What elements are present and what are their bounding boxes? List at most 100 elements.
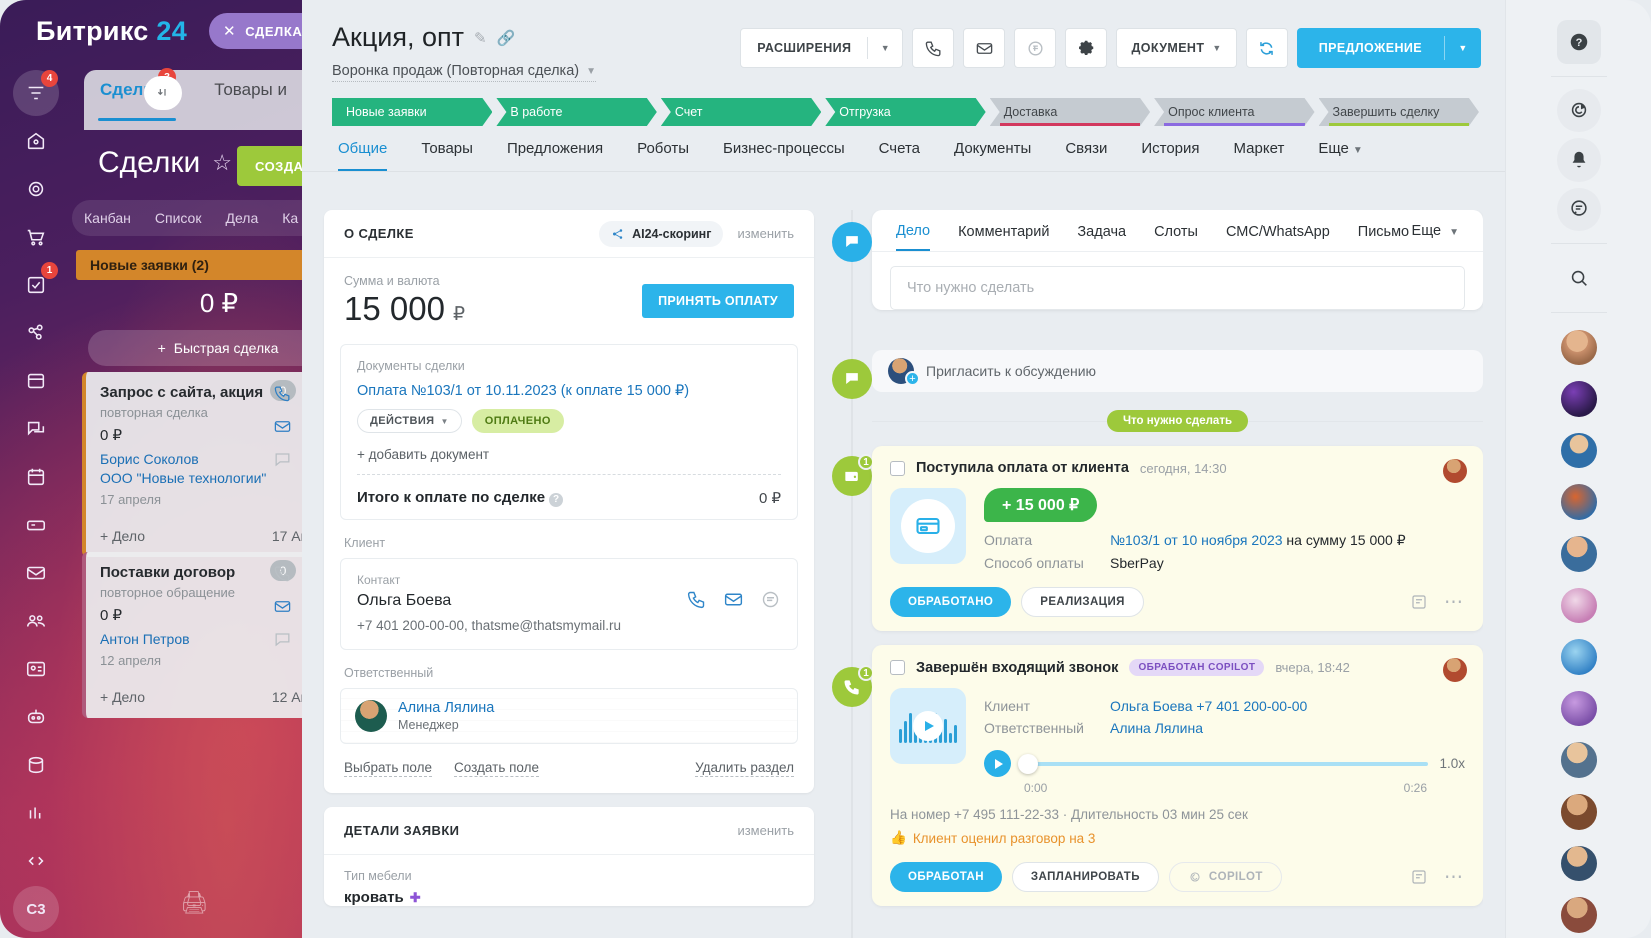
tab-offers[interactable]: Предложения xyxy=(507,140,603,171)
tab-more[interactable]: Еще ▼ xyxy=(1318,140,1362,171)
audio-progress-track[interactable] xyxy=(1018,753,1429,774)
ai-scoring-chip[interactable]: AI24-скоринг xyxy=(599,220,724,247)
tab-general[interactable]: Общие xyxy=(338,140,388,171)
sidebar-item-company[interactable] xyxy=(13,598,59,644)
play-icon[interactable] xyxy=(913,711,943,741)
sync-button[interactable] xyxy=(1245,28,1288,68)
sidebar-item-chat[interactable] xyxy=(13,406,59,452)
tab-business-processes[interactable]: Бизнес-процессы xyxy=(723,140,845,171)
bitrix-logo[interactable]: Битрикс 24 xyxy=(36,16,187,47)
chevron-down-icon[interactable]: ▼ xyxy=(868,43,902,53)
event-checkbox[interactable] xyxy=(890,660,905,675)
settings-button[interactable] xyxy=(1065,28,1108,68)
stage-item[interactable]: Отгрузка xyxy=(825,98,985,126)
sidebar-item-automation[interactable] xyxy=(13,694,59,740)
responsible-name[interactable]: Алина Лялина xyxy=(398,700,494,716)
schedule-button[interactable]: ЗАПЛАНИРОВАТЬ xyxy=(1011,862,1159,892)
sidebar-item-storage[interactable] xyxy=(13,742,59,788)
tab-documents[interactable]: Документы xyxy=(954,140,1031,171)
notifications-button[interactable] xyxy=(1556,138,1601,182)
view-more[interactable]: Ка xyxy=(282,210,298,226)
stage-item[interactable]: Счет xyxy=(661,98,821,126)
avatar[interactable] xyxy=(1560,845,1597,882)
sidebar-item-sz[interactable]: C3 xyxy=(13,886,59,932)
tab-invoices[interactable]: Счета xyxy=(879,140,920,171)
document-button[interactable]: ДОКУМЕНТ ▼ xyxy=(1116,28,1237,68)
avatar[interactable] xyxy=(1560,484,1597,521)
audio-progress-knob[interactable] xyxy=(1018,753,1038,774)
select-field-link[interactable]: Выбрать поле xyxy=(344,760,433,777)
stage-item[interactable]: Опрос клиента xyxy=(1154,98,1314,126)
sidebar-item-home[interactable] xyxy=(13,118,59,164)
edit-pencil-icon[interactable]: ✎ xyxy=(474,29,487,47)
note-icon[interactable] xyxy=(1410,593,1428,611)
phone-icon[interactable] xyxy=(273,564,292,583)
email-icon[interactable] xyxy=(723,589,744,610)
tab-history[interactable]: История xyxy=(1141,140,1199,171)
processed-button[interactable]: ОБРАБОТАН xyxy=(890,862,1002,892)
tab-products[interactable]: Товары xyxy=(421,140,473,171)
search-button[interactable] xyxy=(1557,256,1601,300)
client-link[interactable]: Ольга Боева +7 401 200-00-00 xyxy=(1110,698,1307,714)
sidebar-item-filter[interactable]: 4 xyxy=(13,70,59,116)
realization-button[interactable]: РЕАЛИЗАЦИЯ xyxy=(1021,587,1144,617)
phone-icon[interactable] xyxy=(273,384,292,403)
card-contact[interactable]: Антон Петров xyxy=(100,630,302,649)
quick-deal-button[interactable]: + Быстрая сделка xyxy=(88,330,302,366)
about-change-link[interactable]: изменить xyxy=(737,226,794,241)
messenger-button[interactable] xyxy=(1556,187,1601,232)
tab-robots[interactable]: Роботы xyxy=(637,140,689,171)
deal-pill[interactable]: ✕ СДЕЛКА xyxy=(209,13,302,49)
accept-payment-button[interactable]: ПРИНЯТЬ ОПЛАТУ xyxy=(642,284,794,318)
avatar[interactable] xyxy=(1560,794,1597,830)
stage-item[interactable]: Доставка xyxy=(990,98,1150,126)
tab-products[interactable]: Товары и xyxy=(214,80,287,100)
avatar[interactable] xyxy=(1560,432,1597,469)
close-icon[interactable]: ✕ xyxy=(223,22,236,40)
tab-email[interactable]: Письмо xyxy=(1358,224,1409,250)
create-deal-button[interactable]: СОЗДАТЬ xyxy=(237,146,302,186)
avatar[interactable] xyxy=(1560,639,1597,675)
sidebar-item-news[interactable] xyxy=(13,358,59,404)
favorite-star-icon[interactable]: ☆ xyxy=(212,150,232,176)
more-options-icon[interactable]: ⋯ xyxy=(1444,868,1465,887)
delete-section-link[interactable]: Удалить раздел xyxy=(695,760,794,777)
call-button[interactable] xyxy=(912,28,955,68)
card-contact[interactable]: Борис Соколов xyxy=(100,450,302,469)
email-icon[interactable] xyxy=(273,597,292,616)
chat-icon[interactable] xyxy=(760,589,781,610)
payment-link[interactable]: №103/1 от 10 ноября 2023 xyxy=(1110,532,1283,548)
sidebar-item-dev[interactable] xyxy=(13,838,59,884)
avatar[interactable] xyxy=(1560,381,1597,417)
tab-slots[interactable]: Слоты xyxy=(1154,224,1198,250)
sidebar-item-contacts[interactable] xyxy=(13,646,59,692)
document-actions-button[interactable]: ДЕЙСТВИЯ ▼ xyxy=(357,409,462,433)
kanban-card[interactable]: 0 Запрос с сайта, акция повторная сделка… xyxy=(82,372,302,557)
activity-input[interactable]: Что нужно сделать xyxy=(890,266,1465,310)
tab-links[interactable]: Связи xyxy=(1065,140,1107,171)
responsible-link[interactable]: Алина Лялина xyxy=(1110,720,1203,736)
play-button[interactable] xyxy=(984,750,1011,777)
view-tasks[interactable]: Дела xyxy=(225,210,258,226)
more-options-icon[interactable]: ⋯ xyxy=(1444,593,1465,612)
processed-button[interactable]: ОБРАБОТАНО xyxy=(890,587,1012,617)
view-kanban[interactable]: Канбан xyxy=(84,210,131,226)
sidebar-item-crm[interactable] xyxy=(13,166,59,212)
document-link[interactable]: Оплата №103/1 от 10.11.2023 (к оплате 15… xyxy=(357,383,781,399)
sidebar-item-sign[interactable] xyxy=(13,934,59,938)
view-list[interactable]: Список xyxy=(155,210,202,226)
email-button[interactable] xyxy=(963,28,1006,68)
extensions-button[interactable]: РАСШИРЕНИЯ ▼ xyxy=(740,28,904,68)
email-icon[interactable] xyxy=(273,417,292,436)
sidebar-item-network[interactable] xyxy=(13,310,59,356)
create-field-link[interactable]: Создать поле xyxy=(454,760,540,777)
tab-market[interactable]: Маркет xyxy=(1234,140,1285,171)
chevron-down-icon[interactable]: ▼ xyxy=(1445,43,1481,53)
sidebar-item-tasks[interactable]: 1 xyxy=(13,262,59,308)
avatar[interactable] xyxy=(1560,742,1597,779)
note-icon[interactable] xyxy=(1410,868,1428,886)
comment-icon[interactable] xyxy=(273,630,292,649)
avatar[interactable] xyxy=(1560,690,1597,727)
event-checkbox[interactable] xyxy=(890,460,905,476)
tab-activity[interactable]: Дело xyxy=(896,223,931,251)
